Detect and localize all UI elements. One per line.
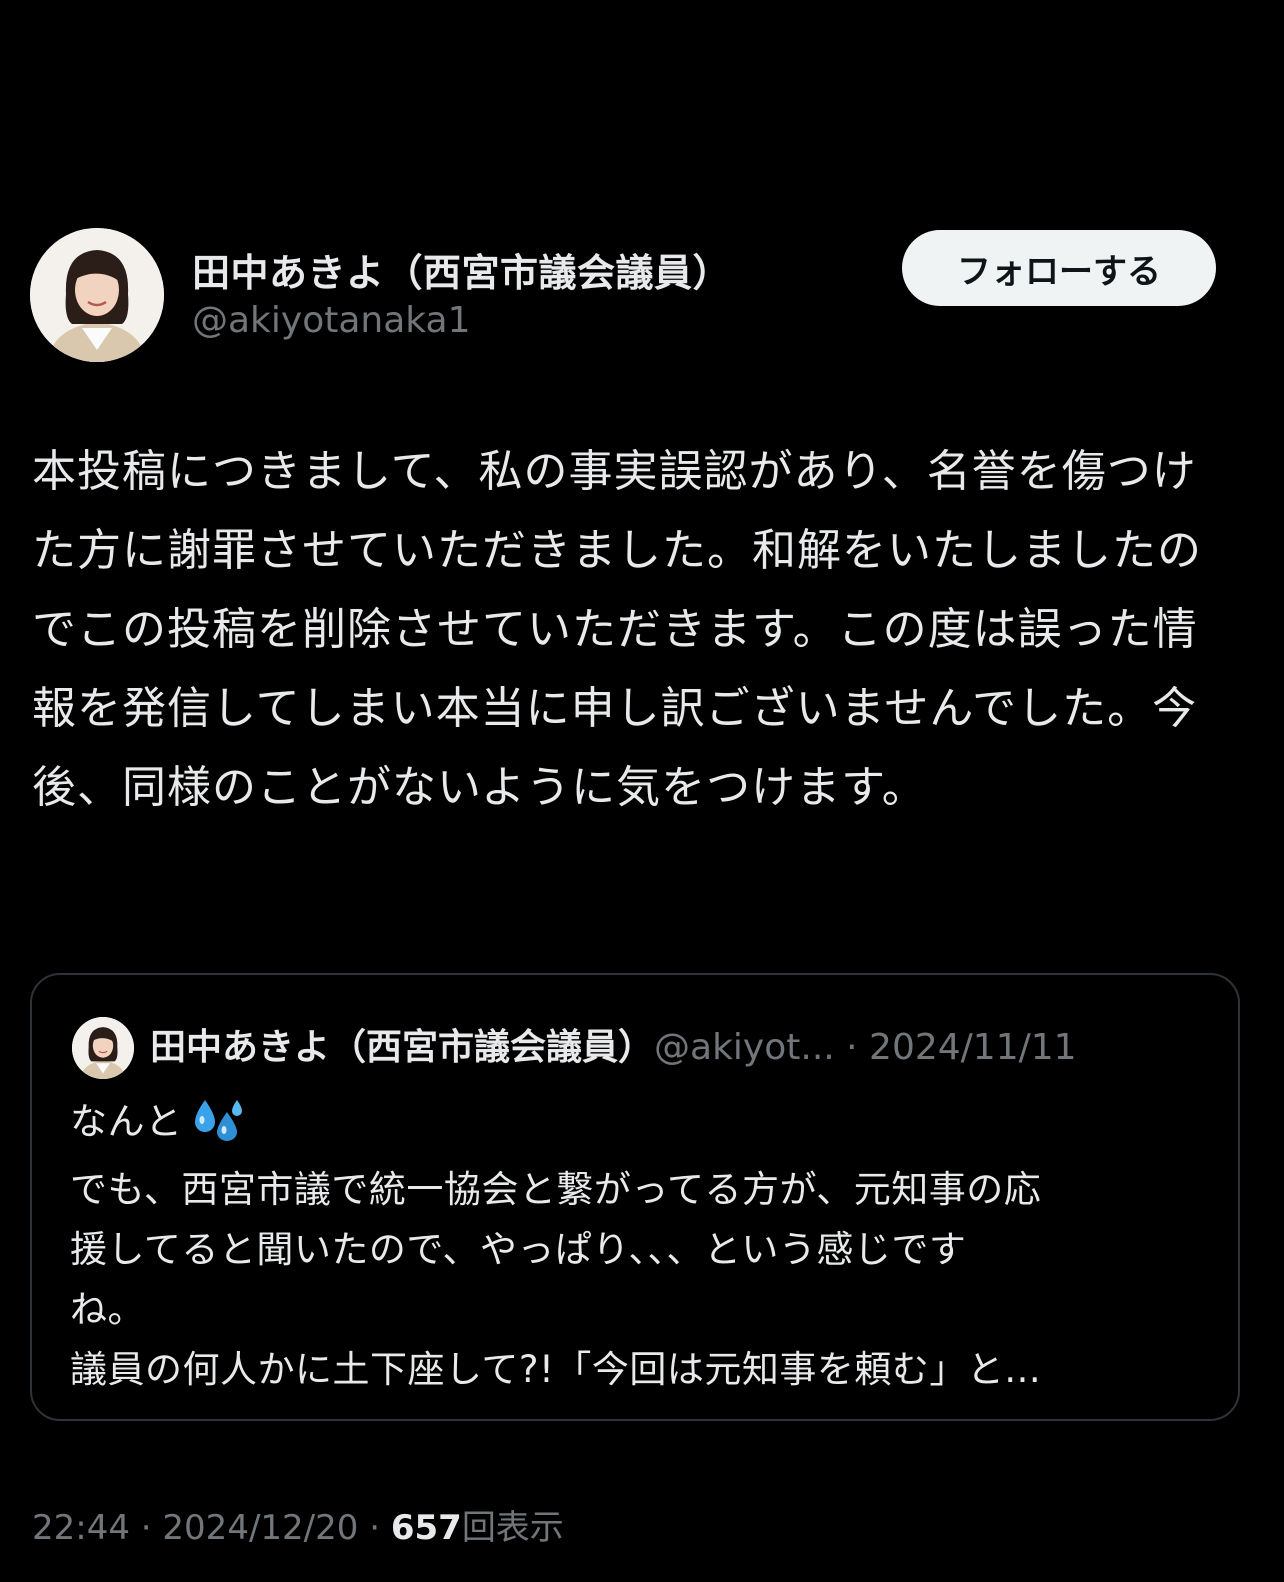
quoted-line-text: なんと xyxy=(70,1100,183,1143)
views-label: 回表示 xyxy=(461,1508,564,1548)
quoted-avatar-portrait xyxy=(72,1017,134,1079)
quoted-line: 議員の何人かに土下座して?!「今回は元知事を頼む」と... xyxy=(70,1348,1042,1391)
sweat-droplets-icon xyxy=(191,1098,245,1160)
author-avatar[interactable] xyxy=(30,228,164,362)
meta-separator: · xyxy=(358,1508,391,1548)
follow-button[interactable]: フォローする xyxy=(902,230,1216,306)
quoted-author-handle[interactable]: @akiyot... xyxy=(654,1027,835,1068)
meta-separator: · xyxy=(129,1508,163,1548)
quoted-author-name[interactable]: 田中あきよ（西宮市議会議員） xyxy=(150,1027,654,1068)
author-display-name[interactable]: 田中あきよ（西宮市議会議員） xyxy=(192,242,731,297)
quoted-line: ね。 xyxy=(70,1288,145,1331)
avatar-portrait xyxy=(30,228,164,362)
post-date[interactable]: 2024/12/20 xyxy=(162,1508,358,1548)
views-count: 657 xyxy=(390,1508,462,1548)
quoted-author-avatar[interactable] xyxy=(72,1017,134,1079)
post-time[interactable]: 22:44 xyxy=(32,1508,130,1548)
post-text: 本投稿につきまして、私の事実誤認があり、名誉を傷つけた方に謝罪させていただきまし… xyxy=(32,446,1202,813)
quoted-post-date[interactable]: 2024/11/11 xyxy=(869,1027,1077,1068)
quoted-post-card[interactable]: 田中あきよ（西宮市議会議員）@akiyot... · 2024/11/11 なん… xyxy=(30,973,1240,1421)
quoted-post-text: なんと でも、西宮市議で統一協会と繋がってる方が、元知事の応 援してると聞いたの… xyxy=(70,1092,1210,1400)
quoted-line: なんと xyxy=(70,1092,1210,1160)
quoted-line: 援してると聞いたので、やっぱり、、、という感じです xyxy=(70,1228,967,1271)
quoted-post-header: 田中あきよ（西宮市議会議員）@akiyot... · 2024/11/11 xyxy=(150,1023,1077,1073)
tweet: 田中あきよ（西宮市議会議員） @akiyotanaka1 フォローする 本投稿に… xyxy=(0,0,1284,1582)
author-handle[interactable]: @akiyotanaka1 xyxy=(192,300,470,341)
quoted-separator: · xyxy=(834,1027,870,1068)
post-meta: 22:44 · 2024/12/20 · 657回表示 xyxy=(32,1500,564,1549)
quoted-line: でも、西宮市議で統一協会と繋がってる方が、元知事の応 xyxy=(70,1168,1042,1211)
